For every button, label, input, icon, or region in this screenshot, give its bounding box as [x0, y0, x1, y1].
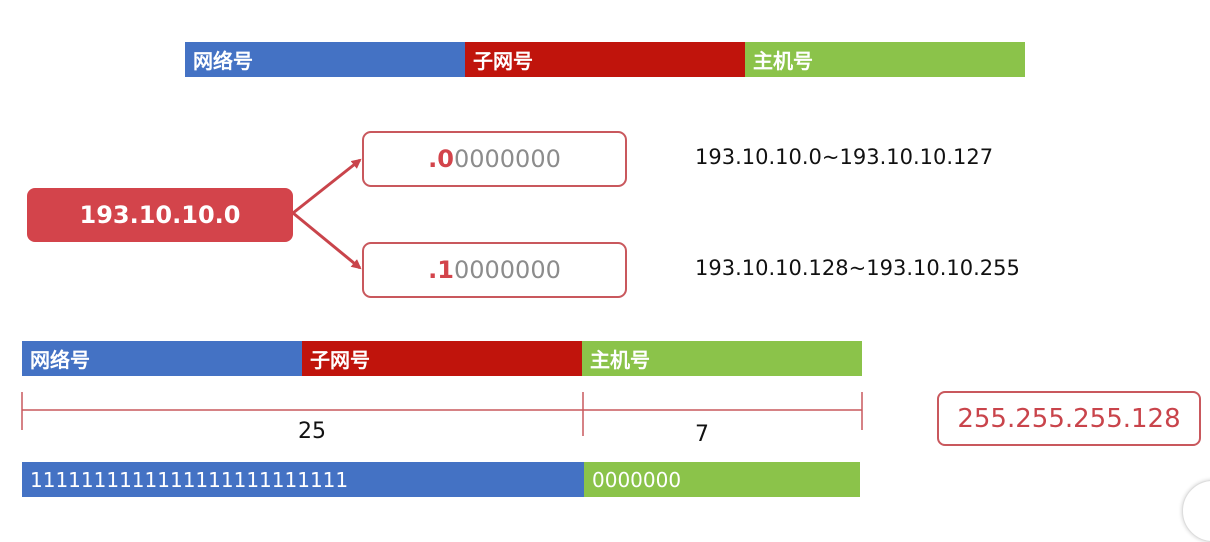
network-bits-count: 25: [298, 419, 326, 444]
branch-1-range: 193.10.10.128~193.10.10.255: [695, 256, 1020, 280]
branch-1-prefix: .: [428, 256, 438, 284]
mask-zeros-segment: 0000000: [584, 462, 860, 497]
bottom-host-segment: 主机号: [582, 341, 862, 376]
bottom-network-segment: 网络号: [22, 341, 302, 376]
branch-0-rest: 0000000: [453, 145, 561, 173]
arrow-to-branch-1: [292, 211, 362, 270]
branch-0-bit: 0: [437, 145, 454, 173]
branch-0-prefix: .: [428, 145, 438, 173]
branch-0-box: . 0 0000000: [362, 131, 627, 187]
branch-0-range: 193.10.10.0~193.10.10.127: [695, 145, 994, 169]
source-ip-box: 193.10.10.0: [27, 188, 293, 242]
branch-1-bit: 1: [437, 256, 454, 284]
branch-1-box: . 1 0000000: [362, 242, 627, 298]
subnet-mask-text: 255.255.255.128: [957, 403, 1181, 434]
host-bits-count: 7: [695, 422, 709, 447]
source-ip-text: 193.10.10.0: [79, 201, 241, 229]
bottom-subnet-segment: 子网号: [302, 341, 582, 376]
arrow-to-branch-0: [292, 158, 362, 215]
branch-1-rest: 0000000: [453, 256, 561, 284]
bit-bracket: [21, 392, 863, 436]
mask-ones-segment: 1111111111111111111111111: [22, 462, 584, 497]
subnet-mask-box: 255.255.255.128: [937, 391, 1201, 446]
bottom-network-label: 网络号: [30, 348, 90, 372]
mask-zeros-text: 0000000: [592, 467, 682, 492]
mask-ones-text: 1111111111111111111111111: [30, 467, 349, 492]
bottom-host-label: 主机号: [590, 348, 650, 372]
bottom-subnet-label: 子网号: [310, 348, 370, 372]
